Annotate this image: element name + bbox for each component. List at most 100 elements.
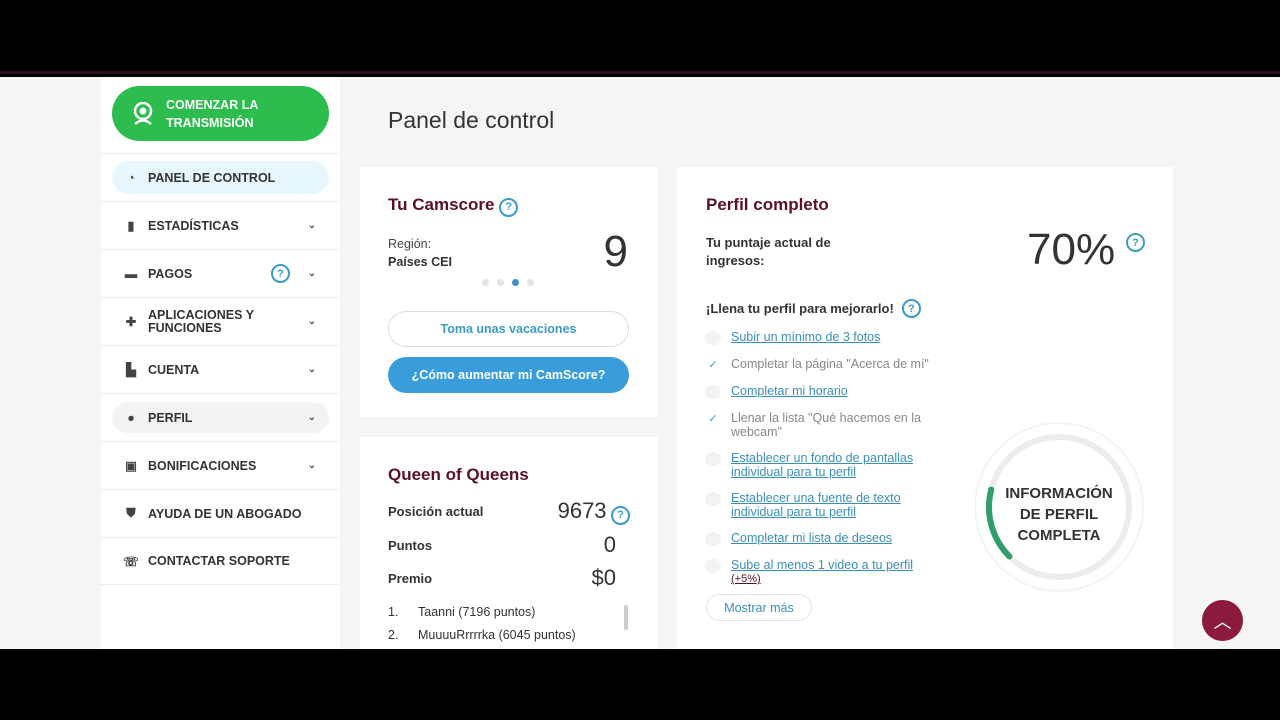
sidebar-item-bonuses[interactable]: ▣ BONIFICACIONES ⌄ — [101, 441, 340, 489]
profile-task-link[interactable]: Completar mi horario — [731, 384, 848, 398]
profile-title: Perfil completo — [706, 195, 829, 214]
sidebar-item-label: BONIFICACIONES — [148, 458, 257, 473]
profile-task: Completar mi horario — [705, 384, 945, 399]
support-icon: ☏ — [123, 554, 139, 569]
profile-task-link[interactable]: Establecer un fondo de pantallas individ… — [731, 451, 913, 479]
vacation-button[interactable]: Toma unas vacaciones — [388, 311, 629, 347]
gauge-label-line: COMPLETA — [1017, 527, 1100, 544]
camscore-title: Tu Camscore ? — [388, 195, 519, 217]
sidebar-item-panel[interactable]: ◔ PANEL DE CONTROL — [101, 153, 340, 201]
help-icon[interactable]: ? — [499, 197, 519, 217]
start-stream-label: COMENZAR LA TRANSMISIÓN — [166, 97, 258, 130]
sidebar-item-profile[interactable]: ● PERFIL ⌄ — [101, 393, 340, 441]
income-score-label: Tu puntaje actual de ingresos: — [706, 235, 831, 268]
video-bottom-bar — [0, 649, 1280, 720]
chevron-down-icon: ⌄ — [307, 316, 316, 327]
region-value: Países CEI — [388, 255, 452, 269]
help-icon[interactable]: ? — [901, 299, 921, 318]
shield-icon: ⛊ — [126, 506, 136, 520]
sidebar-item-account[interactable]: ▙ CUENTA ⌄ — [101, 345, 340, 393]
dashboard-page: COMENZAR LA TRANSMISIÓN ◔ PANEL DE CONTRO… — [0, 77, 1280, 649]
sidebar-item-label: PERFIL — [148, 410, 193, 425]
gift-icon: ▣ — [125, 459, 137, 473]
queen-card: Queen of Queens Posición actual 9673 ? Pu… — [360, 437, 658, 649]
profile-task-link: Llenar la lista "Qué hacemos en la webca… — [731, 411, 921, 439]
chevron-down-icon: ⌄ — [307, 268, 316, 279]
income-score-value: 70% — [1027, 225, 1116, 274]
prize-value: $0 — [591, 565, 616, 590]
camscore-card: Tu Camscore ? Región: Países CEI 9 Toma … — [360, 167, 658, 417]
carousel-dots[interactable] — [482, 279, 534, 286]
region-label: Región: — [388, 237, 432, 251]
gauge-label-line: INFORMACIÓN — [1005, 484, 1113, 502]
help-icon[interactable]: ? — [611, 505, 630, 525]
video-top-bar — [0, 0, 1280, 74]
chevron-down-icon: ⌄ — [307, 412, 316, 423]
improve-camscore-button[interactable]: ¿Cómo aumentar mi CamScore? — [388, 357, 629, 393]
sidebar-item-label: ESTADÍSTICAS — [148, 218, 239, 233]
fill-profile-heading: ¡Llena tu perfil para mejorarlo!? — [706, 299, 921, 318]
profile-task: Establecer un fondo de pantallas individ… — [705, 451, 945, 479]
help-icon[interactable]: ? — [271, 264, 290, 283]
profile-task-link[interactable]: Subir un mínimo de 3 fotos — [731, 330, 880, 344]
profile-task-link: Completar la página "Acerca de mí" — [731, 357, 929, 371]
profile-task: Sube al menos 1 video a tu perfil (+5%) — [705, 558, 945, 586]
profile-task: Establecer una fuente de texto individua… — [705, 491, 945, 519]
sidebar-item-statistics[interactable]: ▮ ESTADÍSTICAS ⌄ — [101, 201, 340, 249]
start-stream-button[interactable]: COMENZAR LA TRANSMISIÓN — [112, 86, 329, 141]
gauge-icon: ◔ — [127, 170, 135, 185]
unchecked-circle-icon — [705, 492, 721, 506]
profile-completion-gauge: INFORMACIÓN DE PERFIL COMPLETA — [974, 422, 1144, 592]
position-label: Posición actual — [388, 503, 484, 519]
building-icon: ▙ — [126, 363, 136, 377]
unchecked-circle-icon — [705, 452, 721, 466]
ranking-scrollbar[interactable] — [624, 605, 628, 630]
profile-task-link[interactable]: Completar mi lista de deseos — [731, 531, 892, 545]
bonus-percent: (+5%) — [731, 573, 761, 585]
gauge-label-line: DE PERFIL — [1020, 506, 1098, 523]
profile-task: Completar mi lista de deseos — [705, 531, 945, 546]
sidebar-item-label: AYUDA DE UN ABOGADO — [148, 506, 302, 521]
unchecked-circle-icon — [705, 385, 721, 399]
puzzle-icon: ✚ — [125, 315, 137, 329]
prize-label: Premio — [388, 570, 433, 586]
points-value: 0 — [603, 532, 616, 557]
profile-task: Subir un mínimo de 3 fotos — [705, 330, 945, 345]
show-more-button[interactable]: Mostrar más — [706, 594, 812, 621]
help-icon[interactable]: ? — [1126, 233, 1145, 252]
sidebar-item-payments[interactable]: ▬ PAGOS? ⌄ — [101, 249, 340, 297]
profile-task-link[interactable]: Establecer una fuente de texto individua… — [731, 491, 901, 519]
profile-task: ✓ Completar la página "Acerca de mí" — [705, 357, 945, 372]
chevron-down-icon: ⌄ — [307, 364, 316, 375]
ranking-item: 2. MuuuuRrrrrka (6045 puntos) — [388, 628, 576, 642]
sidebar: COMENZAR LA TRANSMISIÓN ◔ PANEL DE CONTRO… — [101, 77, 340, 649]
chevron-up-icon: ︿ — [1213, 611, 1232, 632]
sidebar-item-lawyer[interactable]: ⛊ AYUDA DE UN ABOGADO — [101, 489, 340, 537]
camscore-value: 9 — [603, 227, 628, 276]
scroll-to-top-button[interactable]: ︿ — [1202, 600, 1243, 641]
bar-chart-icon: ▮ — [127, 219, 135, 233]
sidebar-item-label: CONTACTAR SOPORTE — [148, 554, 290, 568]
ranking-item: 1. Taanni (7196 puntos) — [388, 605, 536, 619]
sidebar-item-label: PAGOS — [148, 266, 193, 281]
chevron-down-icon: ⌄ — [307, 220, 316, 231]
check-icon: ✓ — [708, 359, 718, 371]
queen-title: Queen of Queens — [388, 465, 529, 484]
points-label: Puntos — [388, 537, 433, 553]
profile-task: ✓ Llenar la lista "Qué hacemos en la webc… — [705, 411, 945, 439]
profile-card: Perfil completo Tu puntaje actual de ing… — [677, 167, 1173, 649]
check-icon: ✓ — [708, 413, 718, 425]
sidebar-nav: ◔ PANEL DE CONTROL ▮ ESTADÍSTICAS ⌄ ▬ PAGOS?… — [101, 153, 340, 585]
sidebar-item-label: CUENTA — [148, 362, 200, 377]
ranking-list: 1. Taanni (7196 puntos) 2. MuuuuRrrrrka (6… — [388, 605, 576, 649]
sidebar-item-apps[interactable]: ✚ APLICACIONES Y FUNCIONES ⌄ — [101, 297, 340, 345]
sidebar-item-label: PANEL DE CONTROL — [148, 170, 276, 185]
chevron-down-icon: ⌄ — [307, 460, 316, 471]
sidebar-item-support[interactable]: ☏ CONTACTAR SOPORTE — [101, 537, 340, 585]
unchecked-circle-icon — [705, 532, 721, 546]
credit-card-icon: ▬ — [124, 266, 138, 281]
unchecked-circle-icon — [705, 559, 721, 573]
profile-task-list: Subir un mínimo de 3 fotos ✓ Completar la … — [705, 330, 945, 598]
profile-task-link[interactable]: Sube al menos 1 video a tu perfil — [731, 558, 913, 572]
position-value: 9673 — [557, 498, 607, 523]
